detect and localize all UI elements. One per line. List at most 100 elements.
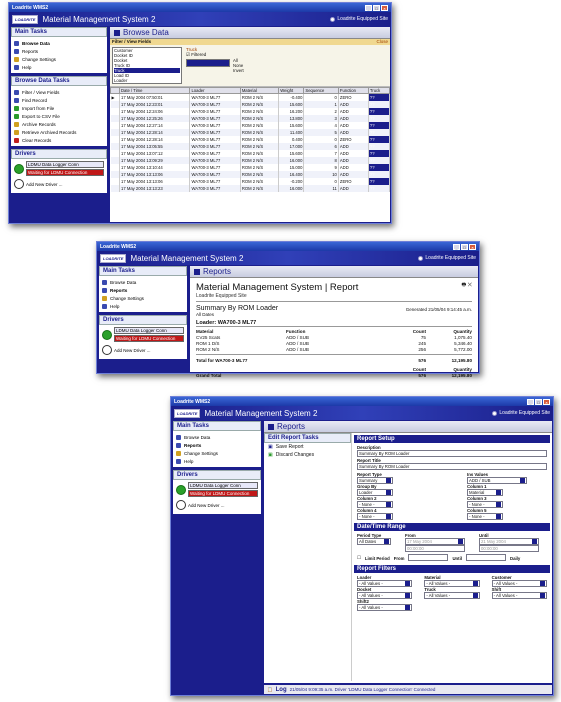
limit-until-field[interactable] <box>466 554 506 561</box>
limit-from-field[interactable] <box>408 554 449 561</box>
filter-select[interactable]: - All Values - <box>491 592 547 599</box>
group-by-select[interactable]: Loader <box>357 489 393 496</box>
row-selector[interactable] <box>110 149 121 157</box>
task-browse-data[interactable]: Browse Data <box>14 39 104 47</box>
row-selector[interactable] <box>110 142 121 150</box>
row-selector[interactable] <box>110 177 121 185</box>
filter-select[interactable]: - All Values - <box>424 592 480 599</box>
row-selector[interactable] <box>110 107 121 115</box>
filter-select[interactable]: - All Values - <box>357 604 413 611</box>
opt-invert[interactable]: Invert <box>233 68 244 73</box>
description-field[interactable]: Summary By ROM Loader <box>357 450 547 457</box>
from-date-field[interactable]: 17 May 2004 <box>405 538 465 545</box>
table-row[interactable]: 17 May 2004 12:28:14 WA700-3 ML77 ROM 2 N/… <box>110 135 391 143</box>
until-date-field[interactable]: 21 May 2004 <box>479 538 539 545</box>
driver-item[interactable]: LDMU Data Logger Conn Waiting for LDMU Co… <box>14 161 104 177</box>
task-change-settings[interactable]: Change Settings <box>102 294 184 302</box>
minimize-button[interactable]: _ <box>527 398 534 405</box>
row-selector[interactable] <box>110 184 121 192</box>
column3-select[interactable]: - None - <box>467 501 503 508</box>
table-row[interactable]: 17 May 2004 13:05:55 WA700-3 ML77 ROM 2 N/… <box>110 142 391 150</box>
row-selector[interactable] <box>110 128 121 136</box>
ins-values-select[interactable]: ADD / SUB <box>467 477 527 484</box>
close-report-icon[interactable]: ✕ <box>468 282 472 288</box>
table-row[interactable]: 17 May 2004 13:09:29 WA700-3 ML77 ROM 2 N/… <box>110 156 391 164</box>
task-reports[interactable]: Reports <box>176 441 258 449</box>
task-reports[interactable]: Reports <box>14 47 104 55</box>
filter-select[interactable]: - All Values - <box>357 592 413 599</box>
task-filter[interactable]: Filter / View Fields <box>14 88 104 96</box>
table-cell: ROM 2 N/S <box>240 114 280 122</box>
add-driver-button[interactable]: Add New Driver ... <box>14 179 104 189</box>
task-browse-data[interactable]: Browse Data <box>176 433 258 441</box>
row-selector[interactable] <box>110 121 121 129</box>
report-type-select[interactable]: Summary <box>357 477 393 484</box>
task-reports[interactable]: Reports <box>102 286 184 294</box>
table-row[interactable]: 17 May 2004 12:25:26 WA700-3 ML77 ROM 2 N/… <box>110 114 391 122</box>
column5-select[interactable]: - None - <box>467 513 503 520</box>
row-selector[interactable] <box>110 156 121 164</box>
task-change-settings[interactable]: Change Settings <box>14 55 104 63</box>
table-row[interactable]: 17 May 2004 12:27:14 WA700-3 ML77 ROM 2 N/… <box>110 121 391 129</box>
close-button[interactable]: × <box>543 398 550 405</box>
driver-item[interactable]: LDMU Data Logger Conn Waiting for LDMU Co… <box>102 327 184 343</box>
driver-icon <box>176 485 186 495</box>
column1-select[interactable]: Material <box>467 489 503 496</box>
column4-select[interactable]: - None - <box>357 513 393 520</box>
close-button[interactable]: × <box>381 4 388 11</box>
field-list[interactable]: Customer Docket ID Docket Truck ID Truck Load… <box>112 47 182 84</box>
report-title-field[interactable]: Summary By ROM Loader <box>357 463 547 470</box>
task-help[interactable]: Help <box>14 63 104 71</box>
filter-close-link[interactable]: Close <box>376 39 388 45</box>
task-import[interactable]: Import from File <box>14 104 104 112</box>
table-row[interactable]: 17 May 2004 13:07:12 WA700-3 ML77 ROM 2 N/… <box>110 149 391 157</box>
table-row[interactable]: 17 May 2004 12:28:14 WA700-3 ML77 ROM 2 N/… <box>110 128 391 136</box>
task-clear[interactable]: Clear Records <box>14 136 104 144</box>
maximize-button[interactable]: □ <box>461 243 468 250</box>
table-row[interactable]: ▶ 17 May 2004 07:50:01 WA700-3 ML77 ROM 2 N… <box>110 93 391 101</box>
until-time-field[interactable]: 00:00:00 <box>479 545 539 552</box>
task-find[interactable]: Find Record <box>14 96 104 104</box>
table-row[interactable]: 17 May 2004 13:13:06 WA700-3 ML77 ROM 2 N/… <box>110 177 391 185</box>
add-driver-button[interactable]: Add New Driver ... <box>102 345 184 355</box>
driver-item[interactable]: LDMU Data Logger Conn Waiting for LDMU Co… <box>176 482 258 498</box>
maximize-button[interactable]: □ <box>373 4 380 11</box>
table-cell: ROM 2 N/S <box>240 128 280 136</box>
close-button[interactable]: × <box>469 243 476 250</box>
filter-select[interactable]: - All Values - <box>357 580 413 587</box>
task-change-settings[interactable]: Change Settings <box>176 449 258 457</box>
task-browse-data[interactable]: Browse Data <box>102 278 184 286</box>
row-selector[interactable] <box>110 135 121 143</box>
minimize-button[interactable]: _ <box>365 4 372 11</box>
table-row[interactable]: 17 May 2004 12:23:01 WA700-3 ML77 ROM 2 N/… <box>110 100 391 108</box>
save-report-button[interactable]: ▣ Save Report <box>264 443 351 451</box>
table-row[interactable]: 17 May 2004 12:24:06 WA700-3 ML77 ROM 2 N/… <box>110 107 391 115</box>
row-selector[interactable] <box>110 163 121 171</box>
row-selector[interactable] <box>110 114 121 122</box>
task-retrieve[interactable]: Retrieve Archived Records <box>14 128 104 136</box>
row-selector[interactable] <box>110 100 121 108</box>
add-driver-button[interactable]: Add New Driver ... <box>176 500 258 510</box>
from-time-field[interactable]: 00:00:00 <box>405 545 465 552</box>
period-type-select[interactable]: All Dates <box>357 538 391 545</box>
table-row[interactable]: 17 May 2004 13:13:23 WA700-3 ML77 ROM 2 N/… <box>110 184 391 192</box>
table-cell: 7 <box>303 149 339 157</box>
table-row[interactable]: 17 May 2004 13:10:44 WA700-3 ML77 ROM 2 N/… <box>110 163 391 171</box>
filter-select[interactable]: - All Values - <box>491 580 547 587</box>
task-help[interactable]: Help <box>176 457 258 465</box>
table-row[interactable]: 17 May 2004 13:13:06 WA700-3 ML77 ROM 2 N/… <box>110 170 391 178</box>
row-selector[interactable]: ▶ <box>110 93 121 101</box>
discard-changes-button[interactable]: ▣ Discard Changes <box>264 451 351 459</box>
field-list-item[interactable]: Loader <box>114 78 180 83</box>
task-export[interactable]: Export to CSV File <box>14 112 104 120</box>
task-help[interactable]: Help <box>102 302 184 310</box>
task-archive[interactable]: Archive Records <box>14 120 104 128</box>
truck-value-list[interactable] <box>186 59 230 67</box>
row-selector[interactable] <box>110 170 121 178</box>
limit-period-checkbox[interactable]: ☐ <box>357 555 361 561</box>
maximize-button[interactable]: □ <box>535 398 542 405</box>
column2-select[interactable]: - None - <box>357 501 393 508</box>
print-icon[interactable]: 🖶 <box>462 282 467 288</box>
filter-select[interactable]: - All Values - <box>424 580 480 587</box>
minimize-button[interactable]: _ <box>453 243 460 250</box>
